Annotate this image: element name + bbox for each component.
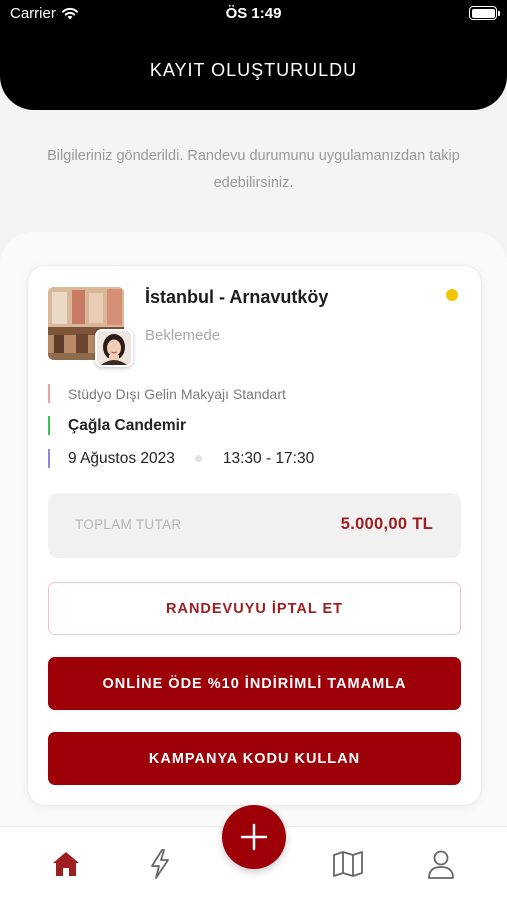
tab-map[interactable] [331,847,365,881]
artist-avatar [95,329,133,367]
user-icon [428,850,454,879]
appointment-time: 13:30 - 17:30 [222,449,315,467]
lightning-icon [151,849,169,879]
date-row: 9 Ağustos 2023 13:30 - 17:30 [48,449,314,468]
tab-flash[interactable] [143,847,177,881]
status-time: ÖS 1:49 [225,5,282,22]
header: Carrier ÖS 1:49 KAYIT OLUŞTURULDU [0,0,507,110]
online-pay-button[interactable]: ONLİNE ÖDE %10 İNDİRİMLİ TAMAMLA [48,657,461,710]
appointment-card: İstanbul - Arnavutköy Beklemede Stüdyo D… [27,265,482,806]
service-row: Stüdyo Dışı Gelin Makyajı Standart [48,384,286,403]
tab-home[interactable] [49,847,83,881]
map-icon [333,851,363,877]
info-message: Bilgileriniz gönderildi. Randevu durumun… [47,148,460,191]
add-appointment-button[interactable] [222,805,286,869]
tab-profile[interactable] [424,847,458,881]
campaign-code-button[interactable]: KAMPANYA KODU KULLAN [48,732,461,785]
total-label: TOPLAM TUTAR [75,517,182,532]
total-value: 5.000,00 TL [340,515,433,533]
separator-dot [194,455,202,462]
location-title: İstanbul - Arnavutköy [145,287,329,307]
appointment-status: Beklemede [145,327,221,344]
appointment-date: 9 Ağustos 2023 [68,449,175,467]
artist-name: Çağla Candemir [68,416,187,434]
status-indicator [446,289,458,301]
cancel-appointment-button[interactable]: RANDEVUYU İPTAL ET [48,582,461,635]
artist-row: Çağla Candemir [48,416,186,435]
plus-icon [240,823,268,851]
status-bar: Carrier ÖS 1:49 [0,0,507,28]
service-name: Stüdyo Dışı Gelin Makyajı Standart [68,385,286,402]
home-icon [53,852,79,876]
total-box: TOPLAM TUTAR 5.000,00 TL [48,493,461,558]
page-title: KAYIT OLUŞTURULDU [149,60,358,80]
battery-icon [469,6,500,20]
